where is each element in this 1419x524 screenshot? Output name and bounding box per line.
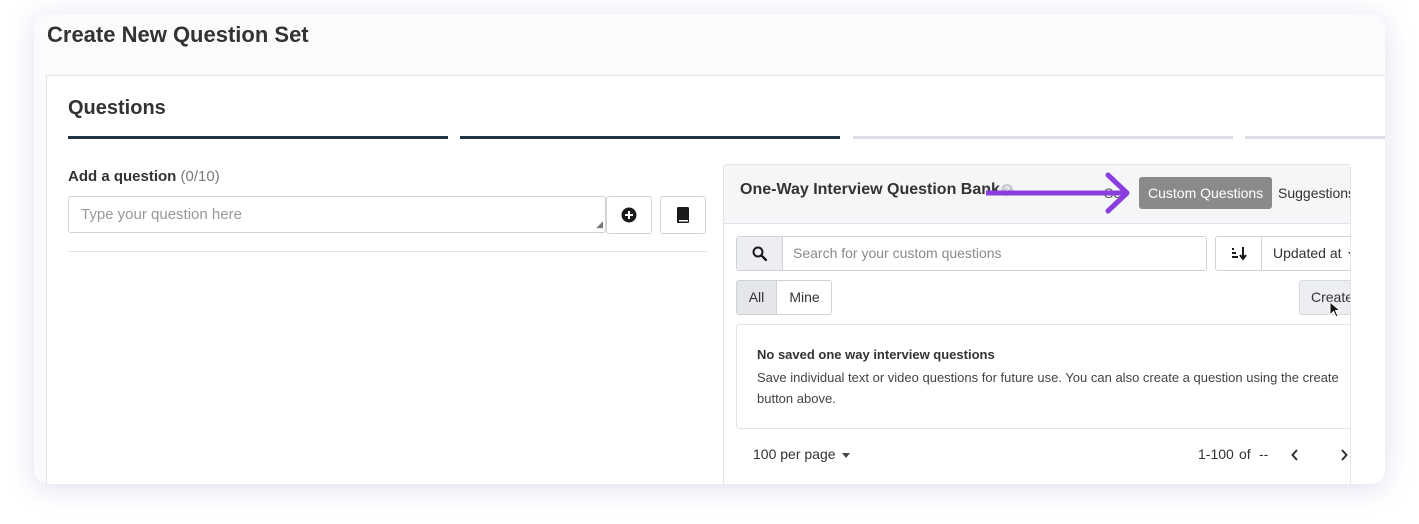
question-input-placeholder: Type your question here	[81, 206, 242, 223]
question-count: (0/10)	[180, 168, 220, 185]
sort-direction-button[interactable]	[1216, 237, 1262, 270]
book-icon	[677, 207, 689, 223]
question-bank-panel: One-Way Interview Question Bank ? Se Cus…	[723, 164, 1351, 484]
mouse-cursor-icon	[1329, 301, 1341, 318]
progress-step-4	[1245, 136, 1385, 139]
resize-handle-icon[interactable]: ◢	[596, 219, 603, 230]
progress-step-2	[460, 136, 840, 139]
sort-select[interactable]: Updated at	[1273, 245, 1350, 261]
filter-all-button[interactable]: All	[737, 281, 777, 314]
filter-mine-button[interactable]: Mine	[777, 281, 831, 314]
tab-custom-questions[interactable]: Custom Questions	[1139, 177, 1273, 209]
chevron-right-icon	[1341, 449, 1348, 461]
divider	[68, 251, 707, 252]
progress-step-1	[68, 136, 448, 139]
question-bank-button[interactable]	[660, 196, 706, 234]
empty-state: No saved one way interview questions Sav…	[736, 324, 1350, 429]
create-question-set-card: Create New Question Set Questions Add a …	[34, 14, 1385, 484]
question-bank-header: One-Way Interview Question Bank ? Se Cus…	[724, 165, 1350, 224]
add-question-button[interactable]	[606, 196, 652, 234]
section-title: Questions	[68, 97, 166, 119]
search-input[interactable]: Search for your custom questions	[793, 245, 1002, 261]
plus-circle-icon	[621, 207, 637, 223]
search-group: Search for your custom questions	[736, 236, 1207, 271]
pagination-range: 1-100	[1198, 446, 1234, 462]
per-page-select[interactable]: 100 per page	[753, 446, 850, 462]
next-page-button[interactable]	[1336, 446, 1350, 464]
filter-group: All Mine	[736, 280, 832, 315]
caret-down-icon	[1347, 251, 1350, 257]
empty-state-title: No saved one way interview questions	[757, 347, 995, 362]
previous-page-button[interactable]	[1287, 446, 1303, 464]
sort-select-label: Updated at	[1273, 245, 1342, 261]
annotation-arrow-icon	[986, 172, 1130, 214]
sort-group: Updated at	[1215, 236, 1350, 271]
tab-suggestions[interactable]: Suggestions	[1278, 185, 1350, 201]
page-title: Create New Question Set	[47, 22, 309, 47]
questions-panel: Questions Add a question (0/10) Type you…	[46, 75, 1385, 484]
search-button[interactable]	[737, 237, 783, 270]
pagination-total: --	[1259, 446, 1269, 462]
pagination-of: of	[1239, 446, 1251, 462]
sort-icon	[1231, 247, 1247, 261]
question-bank-title: One-Way Interview Question Bank	[740, 181, 1000, 198]
add-question-label-text: Add a question	[68, 168, 177, 185]
search-icon	[752, 246, 767, 261]
progress-step-3	[853, 136, 1233, 139]
create-button[interactable]: Create	[1299, 280, 1350, 315]
question-input[interactable]: Type your question here ◢	[68, 196, 606, 233]
chevron-left-icon	[1291, 449, 1298, 461]
add-question-label: Add a question (0/10)	[68, 168, 220, 185]
caret-down-icon	[841, 452, 850, 458]
empty-state-description: Save individual text or video questions …	[757, 370, 1339, 406]
per-page-label: 100 per page	[753, 446, 836, 462]
